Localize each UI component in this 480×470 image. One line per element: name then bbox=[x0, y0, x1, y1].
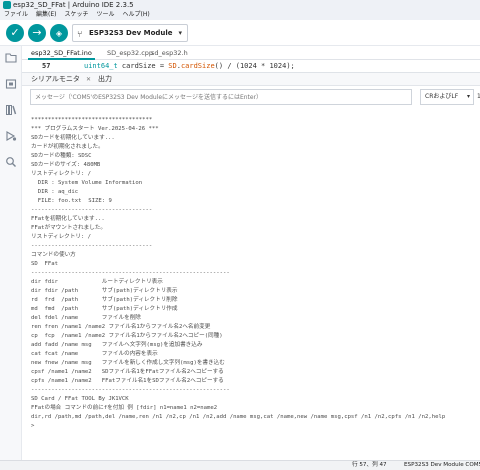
serial-line: rd frd /path サブ(path)ディレクトリ削除 bbox=[31, 297, 178, 303]
tab-serial-monitor[interactable]: シリアルモニタ bbox=[31, 73, 80, 86]
line-ending-select[interactable]: CRおよびLF ▾ bbox=[420, 89, 474, 105]
serial-line: add fadd /name msg ファイルへ文字列(msg)を追加書き込み bbox=[31, 342, 203, 348]
arduino-icon bbox=[3, 1, 11, 9]
debug-icon: ◈ bbox=[55, 29, 63, 38]
serial-line: ------------------------------------ bbox=[31, 243, 153, 249]
menu-bar: ファイル 編集(E) スケッチ ツール ヘルプ(H) bbox=[0, 10, 480, 20]
message-input[interactable] bbox=[30, 89, 412, 105]
serial-line: FILE: foo.txt SIZE: 9 bbox=[31, 198, 112, 204]
serial-line: dir fdir ルートディレクトリ表示 bbox=[31, 279, 163, 285]
code-object: SD bbox=[168, 62, 177, 70]
serial-line: DIR : aq_dic bbox=[31, 189, 79, 195]
serial-line: dir fdir /path サブ(path)ディレクトリ表示 bbox=[31, 288, 178, 294]
arrow-right-icon: → bbox=[32, 26, 42, 39]
serial-line: コマンドの使い方 bbox=[31, 252, 76, 258]
tab-main-sketch[interactable]: esp32_SD_FFat.ino bbox=[28, 46, 95, 60]
serial-line: SD FFat bbox=[31, 261, 58, 267]
code-type: uint64_t bbox=[84, 62, 118, 70]
serial-line: SD Card / FFat TOOL By JK1VCK bbox=[31, 396, 129, 402]
serial-line: FFatの場合 コマンドの前にfを付加 例 [fdir] n1=name1 n2… bbox=[31, 405, 218, 411]
serial-line: > bbox=[31, 423, 35, 429]
upload-button[interactable]: → bbox=[28, 24, 46, 42]
serial-send-row: CRおよびLF ▾ 11 bbox=[22, 86, 480, 108]
title-bar: esp32_SD_FFat | Arduino IDE 2.3.5 bbox=[0, 0, 480, 10]
menu-tools[interactable]: ツール bbox=[97, 10, 115, 20]
serial-line: カードが初期化されました。 bbox=[31, 144, 104, 150]
window-title: esp32_SD_FFat | Arduino IDE 2.3.5 bbox=[13, 1, 134, 9]
serial-line: cpfs /name1 /name2 FFatファイル名1をSDファイル名2へコ… bbox=[31, 378, 224, 384]
serial-line: cat fcat /name ファイルの内容を表示 bbox=[31, 351, 158, 357]
tab-sd-header[interactable]: sd_esp32.h bbox=[148, 46, 191, 60]
status-board[interactable]: ESP32S3 Dev Module COM5 bbox=[404, 461, 480, 470]
serial-line: ----------------------------------------… bbox=[31, 387, 230, 393]
serial-line: SDカードの種類: SDSC bbox=[31, 153, 92, 159]
tab-output[interactable]: 出力 bbox=[98, 73, 112, 86]
debug-button[interactable]: ◈ bbox=[50, 24, 68, 42]
status-bar: 行 57、列 47 ESP32S3 Dev Module COM5 bbox=[0, 460, 480, 470]
serial-line: del fdel /name ファイルを削除 bbox=[31, 315, 141, 321]
serial-line: new fnew /name msg ファイルを新しく作成し文字列(msg)を書… bbox=[31, 360, 225, 366]
code-tail: () / (1024 * 1024); bbox=[214, 62, 295, 70]
code-editor[interactable]: 57 uint64_t cardSize = SD.cardSize() / (… bbox=[22, 60, 480, 73]
board-name: ESP32S3 Dev Module bbox=[89, 29, 173, 37]
serial-line: ren fren /name1 /name2 ファイル名1からファイル名2へ名前… bbox=[31, 324, 211, 330]
board-selector[interactable]: ⑂ ESP32S3 Dev Module ▾ bbox=[72, 24, 188, 42]
chevron-down-icon: ▾ bbox=[466, 93, 470, 100]
boards-icon[interactable] bbox=[5, 78, 17, 90]
menu-edit[interactable]: 編集(E) bbox=[36, 10, 56, 20]
activity-sidebar bbox=[0, 46, 22, 460]
code-line[interactable]: uint64_t cardSize = SD.cardSize() / (102… bbox=[84, 60, 295, 73]
serial-line: DIR : System Volume Information bbox=[31, 180, 143, 186]
panel-tabs: シリアルモニタ ✕ 出力 bbox=[22, 73, 480, 86]
usb-icon: ⑂ bbox=[77, 30, 83, 40]
serial-line: cpsf /name1 /name2 SDファイル名1をFFatファイル名2へコ… bbox=[31, 369, 224, 375]
serial-line: FFatを初期化しています... bbox=[31, 216, 105, 222]
menu-file[interactable]: ファイル bbox=[4, 10, 28, 20]
verify-button[interactable]: ✓ bbox=[6, 24, 24, 42]
serial-line: *** プログラムスタート Ver.2025-04-26 *** bbox=[31, 126, 159, 132]
serial-line: ************************************ bbox=[31, 117, 153, 123]
menu-sketch[interactable]: スケッチ bbox=[65, 10, 89, 20]
cursor-position[interactable]: 行 57、列 47 bbox=[352, 461, 387, 470]
serial-line: ------------------------------------ bbox=[31, 207, 153, 213]
menu-help[interactable]: ヘルプ(H) bbox=[123, 10, 150, 20]
code-function: cardSize bbox=[180, 62, 215, 70]
serial-line: リストディレクトリ: / bbox=[31, 171, 92, 177]
library-icon[interactable] bbox=[5, 104, 17, 116]
serial-line: ----------------------------------------… bbox=[31, 270, 230, 276]
serial-line: FFatがマウントされました。 bbox=[31, 225, 107, 231]
serial-line: cp fcp /name1 /name2 ファイル名1からファイル名2へコピー(… bbox=[31, 333, 223, 339]
editor-tabs: esp32_SD_FFat.ino SD_esp32.cpp sd_esp32.… bbox=[22, 46, 480, 60]
checkmark-icon: ✓ bbox=[10, 26, 20, 39]
search-icon[interactable] bbox=[5, 156, 17, 168]
serial-line: SDカードのサイズ: 480MB bbox=[31, 162, 101, 168]
line-ending-value: CRおよびLF bbox=[425, 93, 459, 100]
folder-icon[interactable] bbox=[5, 52, 17, 64]
serial-line: リストディレクトリ: / bbox=[31, 234, 92, 240]
toolbar: ✓ → ◈ ⑂ ESP32S3 Dev Module ▾ bbox=[0, 20, 480, 46]
serial-output[interactable]: ************************************ ***… bbox=[22, 108, 480, 460]
serial-line: md fmd /path サブ(path)ディレクトリ作成 bbox=[31, 306, 178, 312]
close-icon[interactable]: ✕ bbox=[86, 73, 91, 86]
serial-line: dir,rd /path,md /path,del /name,ren /n1 … bbox=[31, 414, 446, 420]
line-number: 57 bbox=[42, 62, 51, 70]
debug-icon[interactable] bbox=[5, 130, 17, 142]
serial-line: SDカードを初期化しています... bbox=[31, 135, 115, 141]
chevron-down-icon: ▾ bbox=[178, 29, 182, 37]
code-middle: cardSize = bbox=[117, 62, 169, 70]
